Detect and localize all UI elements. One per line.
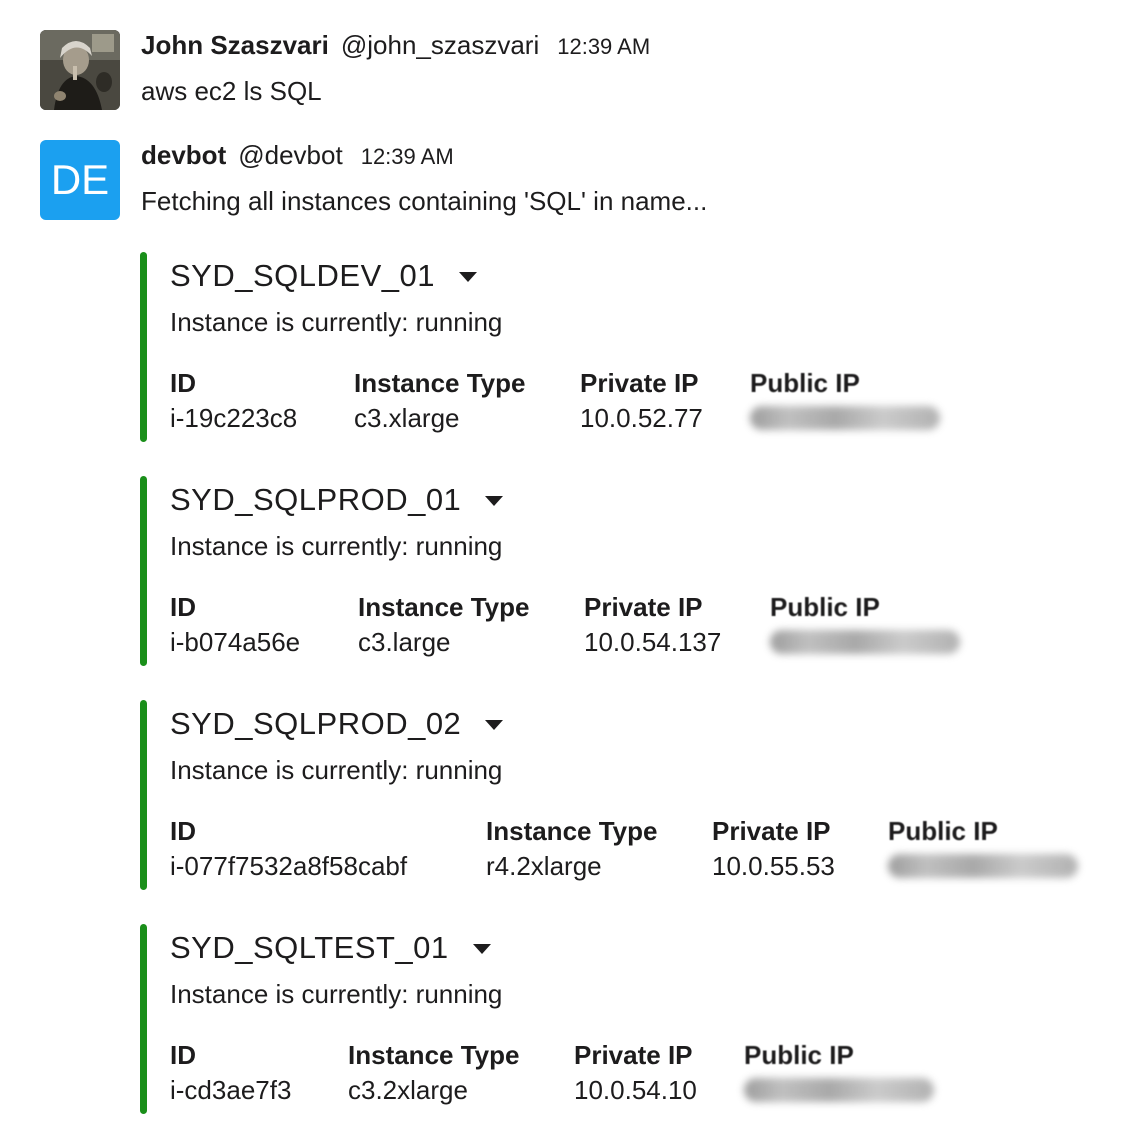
instance-name: SYD_SQLPROD_02 bbox=[170, 706, 462, 741]
bot-avatar[interactable]: DE bbox=[40, 140, 120, 220]
field-value: i-cd3ae7f3 bbox=[170, 1075, 292, 1105]
field-value: 10.0.55.53 bbox=[712, 851, 835, 881]
sender-name[interactable]: John Szaszvari bbox=[141, 30, 329, 60]
field-public-ip: Public IP bbox=[744, 1038, 934, 1102]
instance-attachment: SYD_SQLDEV_01 Instance is currently: run… bbox=[140, 252, 1100, 442]
attachment-color-bar bbox=[140, 476, 147, 666]
sender-handle[interactable]: @devbot bbox=[238, 140, 342, 170]
field-label: ID bbox=[170, 816, 196, 846]
field-private-ip: Private IP 10.0.54.10 bbox=[574, 1038, 697, 1108]
field-label: Private IP bbox=[584, 592, 703, 622]
instance-title[interactable]: SYD_SQLDEV_01 bbox=[170, 256, 477, 296]
field-instance-type: Instance Type c3.2xlarge bbox=[348, 1038, 519, 1108]
message-body: John Szaszvari @john_szaszvari 12:39 AM … bbox=[141, 30, 650, 106]
field-label: Instance Type bbox=[354, 368, 526, 398]
message-timestamp[interactable]: 12:39 AM bbox=[557, 32, 650, 62]
field-id: ID i-19c223c8 bbox=[170, 366, 297, 436]
field-private-ip: Private IP 10.0.55.53 bbox=[712, 814, 835, 884]
instance-title[interactable]: SYD_SQLTEST_01 bbox=[170, 928, 491, 968]
attachment-color-bar bbox=[140, 700, 147, 890]
field-label: Instance Type bbox=[348, 1040, 520, 1070]
attachment-color-bar bbox=[140, 252, 147, 442]
instance-name: SYD_SQLTEST_01 bbox=[170, 930, 449, 965]
field-instance-type: Instance Type c3.large bbox=[358, 590, 529, 660]
field-label: Public IP bbox=[750, 368, 860, 398]
field-private-ip: Private IP 10.0.54.137 bbox=[584, 590, 721, 660]
field-label: Instance Type bbox=[358, 592, 530, 622]
field-label: Public IP bbox=[770, 592, 880, 622]
instance-attachment: SYD_SQLPROD_02 Instance is currently: ru… bbox=[140, 700, 1100, 890]
instance-status: Instance is currently: running bbox=[170, 979, 503, 1009]
field-instance-type: Instance Type r4.2xlarge bbox=[486, 814, 657, 884]
field-public-ip: Public IP bbox=[770, 590, 960, 654]
field-value: 10.0.54.137 bbox=[584, 627, 722, 657]
field-label: ID bbox=[170, 1040, 196, 1070]
field-id: ID i-b074a56e bbox=[170, 590, 300, 660]
field-public-ip: Public IP bbox=[888, 814, 1078, 878]
field-label: ID bbox=[170, 592, 196, 622]
field-id: ID i-cd3ae7f3 bbox=[170, 1038, 291, 1108]
user-photo-avatar[interactable] bbox=[40, 30, 120, 110]
instance-status: Instance is currently: running bbox=[170, 307, 503, 337]
field-instance-type: Instance Type c3.xlarge bbox=[354, 366, 525, 436]
caret-down-icon[interactable] bbox=[458, 272, 477, 282]
message-text: Fetching all instances containing 'SQL' … bbox=[141, 186, 708, 216]
sender-handle[interactable]: @john_szaszvari bbox=[341, 30, 539, 60]
instance-status: Instance is currently: running bbox=[170, 755, 503, 785]
field-label: Private IP bbox=[712, 816, 831, 846]
field-id: ID i-077f7532a8f58cabf bbox=[170, 814, 407, 884]
redacted-value bbox=[744, 1078, 934, 1102]
caret-down-icon[interactable] bbox=[472, 944, 491, 954]
field-label: Instance Type bbox=[486, 816, 658, 846]
redacted-value bbox=[888, 854, 1078, 878]
field-value: c3.2xlarge bbox=[348, 1075, 468, 1105]
message-text: aws ec2 ls SQL bbox=[141, 76, 322, 106]
instance-status: Instance is currently: running bbox=[170, 531, 503, 561]
field-private-ip: Private IP 10.0.52.77 bbox=[580, 366, 703, 436]
message-pane: John Szaszvari @john_szaszvari 12:39 AM … bbox=[0, 0, 1146, 1148]
field-value: r4.2xlarge bbox=[486, 851, 602, 881]
field-value: i-077f7532a8f58cabf bbox=[170, 851, 408, 881]
message-header: John Szaszvari @john_szaszvari 12:39 AM bbox=[141, 30, 650, 60]
message-body: devbot @devbot 12:39 AM Fetching all ins… bbox=[141, 140, 707, 216]
field-value: i-b074a56e bbox=[170, 627, 301, 657]
field-value: c3.large bbox=[358, 627, 451, 657]
field-value: 10.0.54.10 bbox=[574, 1075, 697, 1105]
instance-title[interactable]: SYD_SQLPROD_02 bbox=[170, 704, 504, 744]
caret-down-icon[interactable] bbox=[485, 720, 504, 730]
instance-title[interactable]: SYD_SQLPROD_01 bbox=[170, 480, 504, 520]
field-value: 10.0.52.77 bbox=[580, 403, 703, 433]
field-label: ID bbox=[170, 368, 196, 398]
field-label: Private IP bbox=[580, 368, 699, 398]
instance-name: SYD_SQLPROD_01 bbox=[170, 482, 462, 517]
sender-name[interactable]: devbot bbox=[141, 140, 226, 170]
instance-attachment: SYD_SQLPROD_01 Instance is currently: ru… bbox=[140, 476, 1100, 666]
field-label: Public IP bbox=[888, 816, 998, 846]
field-public-ip: Public IP bbox=[750, 366, 940, 430]
field-value: i-19c223c8 bbox=[170, 403, 298, 433]
field-label: Private IP bbox=[574, 1040, 693, 1070]
redacted-value bbox=[770, 630, 960, 654]
redacted-value bbox=[750, 406, 940, 430]
instance-attachment: SYD_SQLTEST_01 Instance is currently: ru… bbox=[140, 924, 1100, 1114]
caret-down-icon[interactable] bbox=[485, 496, 504, 506]
field-label: Public IP bbox=[744, 1040, 854, 1070]
attachment-color-bar bbox=[140, 924, 147, 1114]
field-value: c3.xlarge bbox=[354, 403, 460, 433]
instance-name: SYD_SQLDEV_01 bbox=[170, 258, 435, 293]
message-timestamp[interactable]: 12:39 AM bbox=[361, 142, 454, 172]
message-header: devbot @devbot 12:39 AM bbox=[141, 140, 707, 170]
